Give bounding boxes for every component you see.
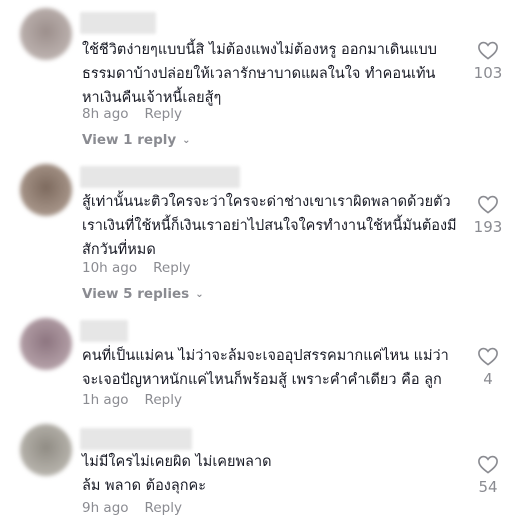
avatar[interactable] <box>20 424 72 476</box>
like-button[interactable]: 54 <box>462 454 514 496</box>
like-button[interactable]: 193 <box>462 194 514 236</box>
heart-icon <box>478 347 498 366</box>
reply-button[interactable]: Reply <box>145 106 182 122</box>
comment-text: คนที่เป็นแม่คน ไม่ว่าจะล้มจะเจออุปสรรคมา… <box>82 348 449 388</box>
reply-button[interactable]: Reply <box>153 260 190 276</box>
view-replies-label: View 1 reply <box>82 132 177 148</box>
username-redacted[interactable] <box>80 320 128 342</box>
like-count: 54 <box>478 478 498 496</box>
like-count: 4 <box>483 370 493 388</box>
avatar[interactable] <box>20 164 72 216</box>
username-redacted[interactable] <box>80 428 192 450</box>
view-replies-button[interactable]: View 1 reply ⌄ <box>82 132 191 148</box>
heart-icon <box>478 41 498 60</box>
comment-text: สู้เท่านั้นนะติวใครจะว่าใครจะด่าช่างเขาเ… <box>82 194 457 258</box>
heart-icon <box>478 195 498 214</box>
heart-icon <box>478 455 498 474</box>
view-replies-label: View 5 replies <box>82 286 190 302</box>
comment-text: ใช้ชีวิตง่ายๆแบบนี้สิ ไม่ต้องแพงไม่ต้องห… <box>82 42 437 106</box>
comment-meta: 9h ago Reply <box>82 500 182 516</box>
like-button[interactable]: 4 <box>462 346 514 388</box>
chevron-down-icon: ⌄ <box>182 135 191 146</box>
username-redacted[interactable] <box>80 166 240 188</box>
comment-meta: 1h ago Reply <box>82 392 182 408</box>
chevron-down-icon: ⌄ <box>195 289 204 300</box>
comment-time: 9h ago <box>82 500 129 516</box>
comment-text: ไม่มีใครไม่เคยผิด ไม่เคยพลาด ล้ม พลาด ต้… <box>82 454 272 494</box>
comment-meta: 10h ago Reply <box>82 260 191 276</box>
like-count: 103 <box>473 64 503 82</box>
username-redacted[interactable] <box>80 12 156 34</box>
view-replies-button[interactable]: View 5 replies ⌄ <box>82 286 204 302</box>
like-count: 193 <box>473 218 503 236</box>
comment-time: 8h ago <box>82 106 129 122</box>
comment-time: 10h ago <box>82 260 138 276</box>
reply-button[interactable]: Reply <box>145 500 182 516</box>
comment-meta: 8h ago Reply <box>82 106 182 122</box>
avatar[interactable] <box>20 8 72 60</box>
avatar[interactable] <box>20 318 72 370</box>
comment-time: 1h ago <box>82 392 129 408</box>
like-button[interactable]: 103 <box>462 40 514 82</box>
reply-button[interactable]: Reply <box>145 392 182 408</box>
